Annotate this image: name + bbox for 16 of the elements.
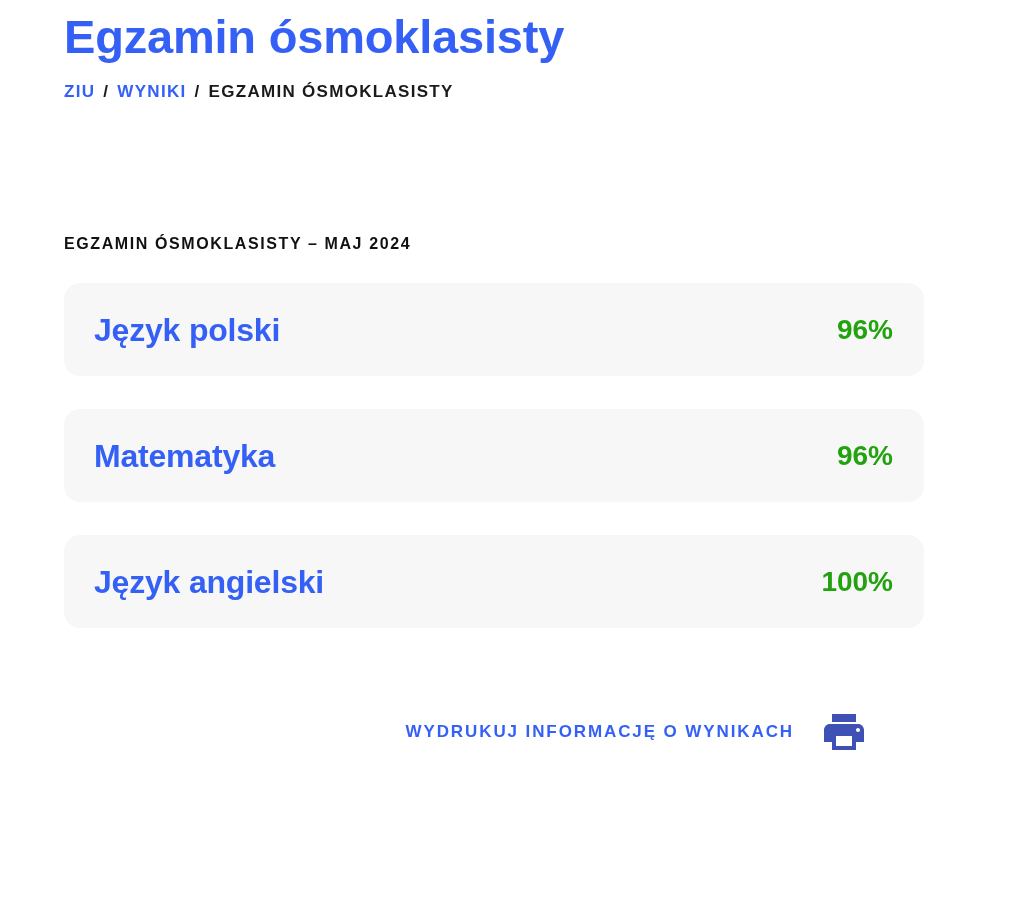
- score-percent: 96%: [836, 312, 893, 347]
- score-percent: 96%: [836, 438, 893, 473]
- score-percent: 100%: [821, 564, 893, 599]
- printer-icon: [824, 714, 864, 750]
- print-link-label: WYDRUKUJ INFORMACJĘ O WYNIKACH: [405, 721, 794, 744]
- print-results-link[interactable]: WYDRUKUJ INFORMACJĘ O WYNIKACH: [405, 714, 864, 750]
- breadcrumb-current: EGZAMIN ÓSMOKLASISTY: [208, 82, 454, 102]
- breadcrumb-separator: /: [194, 82, 201, 102]
- breadcrumb-link[interactable]: WYNIKI: [117, 82, 187, 102]
- breadcrumb-link[interactable]: ZIU: [64, 82, 96, 102]
- breadcrumb-separator: /: [103, 82, 110, 102]
- section-heading: EGZAMIN ÓSMOKLASISTY – MAJ 2024: [64, 234, 412, 254]
- subject-name: Język polski: [94, 310, 281, 350]
- page-title: Egzamin ósmoklasisty: [64, 9, 565, 65]
- subject-name: Matematyka: [94, 436, 276, 476]
- subject-name: Język angielski: [94, 562, 325, 602]
